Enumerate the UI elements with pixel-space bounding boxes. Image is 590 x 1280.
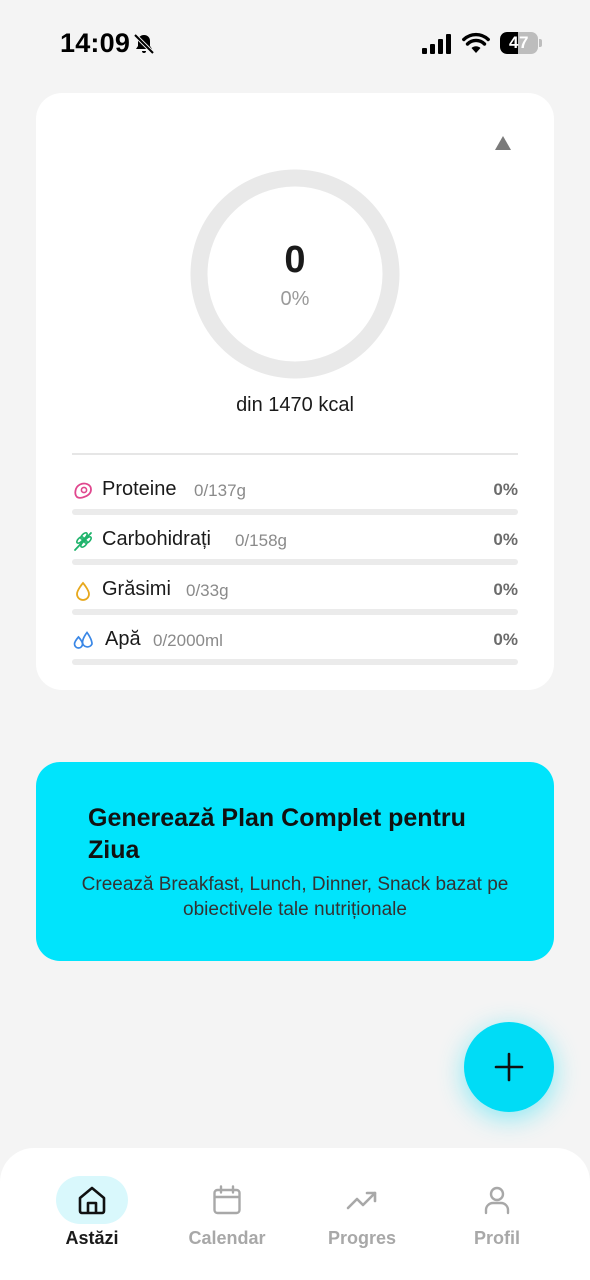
add-button[interactable] [464,1022,554,1112]
wheat-icon [74,532,92,551]
nav-item-progres[interactable]: Progres [302,1176,422,1256]
calories-percent: 0% [280,288,310,310]
wifi-icon [462,32,490,53]
generate-plan-button[interactable]: Generează Plan Complet pentru Ziua Creea… [36,762,554,961]
nav-icon-wrap [191,1176,263,1224]
calendar-icon [213,1185,241,1215]
battery-level: 47 [509,33,529,52]
meat-icon [74,482,92,499]
macro-progress-bar [72,659,518,665]
plus-icon [494,1052,524,1082]
macro-percent: 0% [493,630,518,649]
nav-item-profil[interactable]: Profil [437,1176,557,1256]
macro-progress-bar [72,509,518,515]
macro-name: Grăsimi [102,578,171,600]
macro-name: Apă [105,628,141,650]
calories-target: din 1470 kcal [236,394,354,416]
macro-progress-bar [72,559,518,565]
macro-amount: 0/2000ml [153,631,223,650]
nav-label: Calendar [188,1228,266,1248]
nav-icon-highlight [56,1176,128,1224]
nav-label: Profil [473,1228,520,1248]
bottom-nav: Astăzi Calendar Progres Profil [0,1148,590,1280]
nav-label: Progres [327,1228,397,1248]
macro-row-carbohidrati: Carbohidrați 0/158g 0% [72,527,518,567]
daily-summary-card: 0 0% din 1470 kcal Proteine 0/137g 0% Ca… [36,93,554,690]
drop-icon [76,581,90,601]
macro-amount: 0/137g [194,481,246,500]
plan-subtitle: Creează Breakfast, Lunch, Dinner, Snack … [81,874,509,920]
macro-name: Carbohidrați [102,528,211,550]
status-time: 14:09 [60,28,131,58]
nav-icon-wrap [461,1176,533,1224]
battery-cap [539,39,542,47]
divider [72,453,518,455]
battery-icon: 47 [500,32,538,54]
macro-row-grasimi: Grăsimi 0/33g 0% [72,577,518,617]
nav-item-calendar[interactable]: Calendar [167,1176,287,1256]
trending-up-icon [346,1191,377,1210]
macro-row-proteine: Proteine 0/137g 0% [72,477,518,517]
calories-value: 0 [284,239,306,281]
macro-percent: 0% [493,580,518,599]
plan-title: Generează Plan Complet pentru Ziua [88,804,466,864]
triangle-up-icon[interactable] [494,135,512,151]
macro-percent: 0% [493,480,518,499]
home-icon [78,1186,106,1215]
user-icon [484,1186,510,1215]
bell-slash-icon [133,33,155,55]
macro-progress-bar [72,609,518,615]
cellular-signal-icon [422,34,451,54]
macro-row-apa: Apă 0/2000ml 0% [72,627,518,667]
water-drops-icon [73,631,93,649]
macro-name: Proteine [102,478,177,500]
macro-amount: 0/33g [186,581,229,600]
macro-percent: 0% [493,530,518,549]
status-bar: 14:09 47 [0,0,590,88]
nav-icon-wrap [326,1176,398,1224]
nav-item-astazi[interactable]: Astăzi [32,1176,152,1256]
macro-amount: 0/158g [235,531,287,550]
nav-label: Astăzi [65,1228,119,1248]
